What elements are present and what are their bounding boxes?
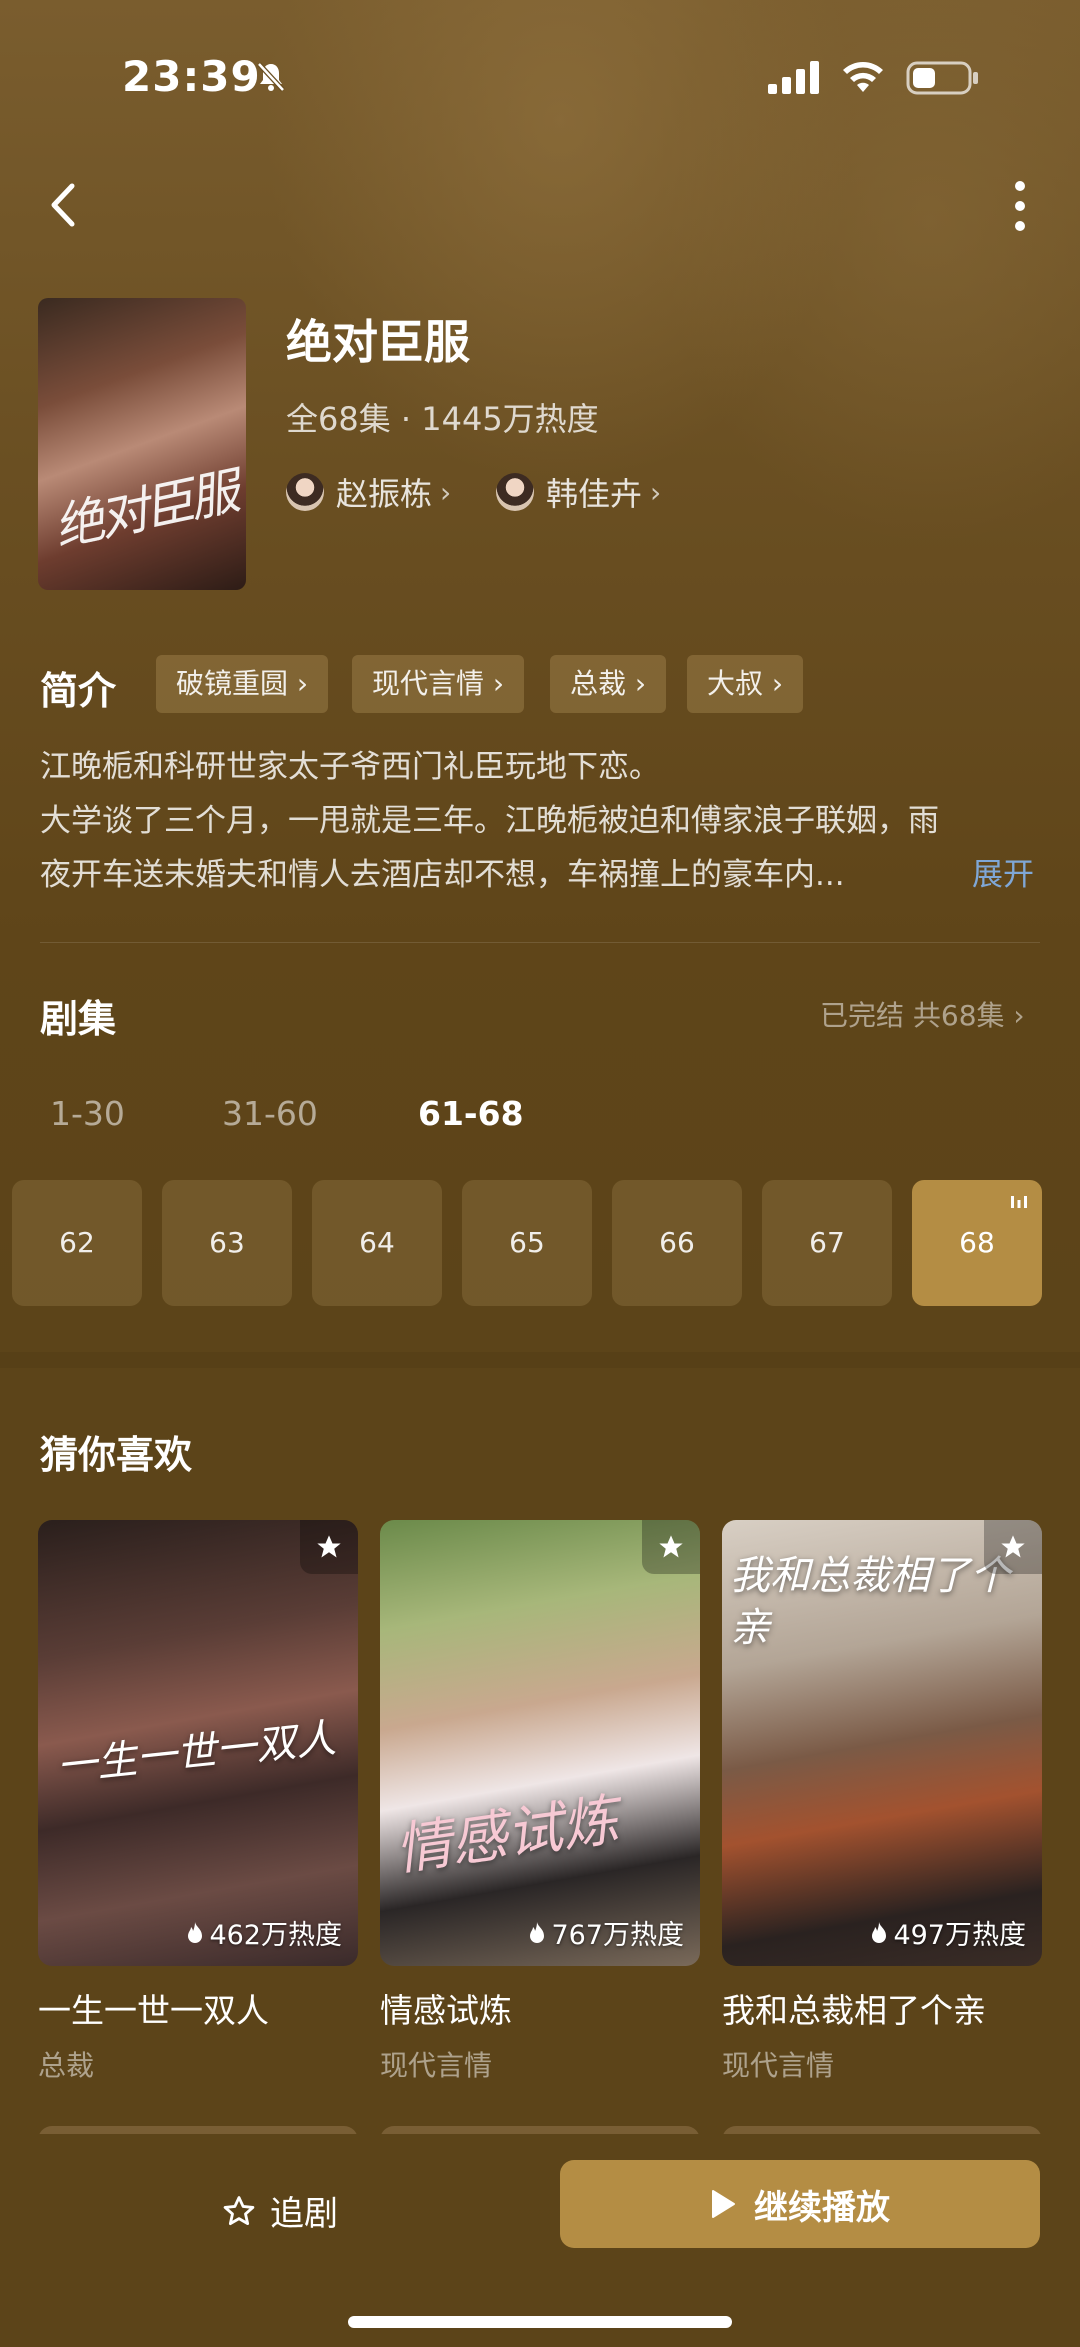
episodes-status-link[interactable]: 已完结 共68集 › <box>820 994 1025 1034</box>
episode-button[interactable]: 63 <box>162 1180 292 1306</box>
recommend-name: 我和总裁相了个亲 <box>722 1991 986 2030</box>
heat-badge: 497万热度 <box>869 1913 1026 1952</box>
favorite-star-icon[interactable] <box>642 1520 700 1574</box>
recommend-card[interactable]: 我和总裁相了个亲 497万热度 我和总裁相了个亲 现代言情 <box>722 1520 1042 2084</box>
now-playing-icon <box>1011 1196 1027 1208</box>
actor-link[interactable]: 赵振栋 › <box>286 470 451 514</box>
actor-avatar <box>496 473 534 511</box>
wifi-icon <box>843 62 883 92</box>
flame-icon <box>872 1921 887 1943</box>
episode-button[interactable]: 66 <box>612 1180 742 1306</box>
drama-poster[interactable]: 绝对臣服 <box>38 298 246 590</box>
episode-range-tab-active[interactable]: 61-68 <box>418 1094 524 1133</box>
tag-label: 破镜重圆 <box>176 667 289 700</box>
episode-number: 68 <box>959 1226 995 1259</box>
recommend-name: 情感试炼 <box>380 1991 512 2030</box>
description: 江晚栀和科研世家太子爷西门礼臣玩地下恋。 大学谈了三个月，一甩就是三年。江晚栀被… <box>40 740 1050 902</box>
episodes-title: 剧集 <box>40 997 117 1041</box>
play-icon <box>712 2190 735 2218</box>
star-outline-icon <box>223 2195 255 2225</box>
poster-title-art: 一生一世一双人 <box>54 1715 339 1791</box>
recommend-category: 现代言情 <box>722 2049 835 2082</box>
tag-label: 大叔 <box>707 667 764 700</box>
continue-play-label: 继续播放 <box>754 2187 890 2228</box>
recommend-name: 一生一世一双人 <box>38 1991 269 2030</box>
poster-title-art: 情感试炼 <box>391 1787 623 1884</box>
status-time: 23:39 <box>122 52 261 101</box>
tag-chip[interactable]: 大叔 › <box>687 655 804 713</box>
actor-name: 韩佳卉 <box>546 475 643 513</box>
episode-button-current[interactable]: 68 <box>912 1180 1042 1306</box>
intro-label: 简介 <box>40 669 117 713</box>
heat-badge: 767万热度 <box>527 1913 684 1952</box>
recommend-poster: 情感试炼 767万热度 <box>380 1520 700 1966</box>
actor-link[interactable]: 韩佳卉 › <box>496 470 661 514</box>
heat-value: 462万热度 <box>209 1920 342 1951</box>
heat-value: 767万热度 <box>551 1920 684 1951</box>
episode-button[interactable]: 65 <box>462 1180 592 1306</box>
recommend-card[interactable]: 情感试炼 767万热度 情感试炼 现代言情 <box>380 1520 700 2084</box>
recommend-category: 现代言情 <box>380 2049 493 2082</box>
follow-label: 追剧 <box>270 2194 338 2234</box>
chevron-right-icon: › <box>650 475 662 509</box>
mute-bell-icon <box>257 62 285 92</box>
actor-avatar <box>286 473 324 511</box>
more-options-icon[interactable] <box>1000 178 1040 234</box>
description-line: 夜开车送未婚夫和情人去酒店却不想，车祸撞上的豪车内... <box>40 857 845 893</box>
drama-title: 绝对臣服 <box>286 315 470 369</box>
expand-link[interactable]: 展开 <box>972 848 1034 902</box>
recommend-card[interactable]: 一生一世一双人 462万热度 一生一世一双人 总裁 <box>38 1520 358 2084</box>
poster-calligraphy: 绝对臣服 <box>48 462 241 558</box>
recommend-category: 总裁 <box>38 2049 95 2082</box>
tag-chip[interactable]: 总裁 › <box>550 655 667 713</box>
episode-button[interactable]: 62 <box>12 1180 142 1306</box>
heat-value: 497万热度 <box>893 1920 1026 1951</box>
description-line: 大学谈了三个月，一甩就是三年。江晚栀被迫和傅家浪子联姻，雨 <box>40 803 939 839</box>
episode-range-tab[interactable]: 1-30 <box>50 1094 125 1133</box>
tag-chip[interactable]: 破镜重圆 › <box>156 655 329 713</box>
back-arrow-icon[interactable] <box>44 180 84 230</box>
recommend-title: 猜你喜欢 <box>40 1433 193 1477</box>
episode-range-tab[interactable]: 31-60 <box>222 1094 318 1133</box>
recommend-poster: 我和总裁相了个亲 497万热度 <box>722 1520 1042 1966</box>
cellular-signal-icon <box>768 61 819 94</box>
tag-label: 现代言情 <box>372 667 485 700</box>
home-indicator[interactable] <box>348 2316 732 2328</box>
divider <box>40 942 1040 943</box>
tag-chip[interactable]: 现代言情 › <box>352 655 525 713</box>
drama-meta: 全68集 · 1445万热度 <box>286 400 599 438</box>
flame-icon <box>530 1921 545 1943</box>
actor-name: 赵振栋 <box>336 475 433 513</box>
episode-button[interactable]: 67 <box>762 1180 892 1306</box>
chevron-right-icon: › <box>440 475 452 509</box>
description-line: 江晚栀和科研世家太子爷西门礼臣玩地下恋。 <box>40 749 660 785</box>
flame-icon <box>188 1921 203 1943</box>
favorite-star-icon[interactable] <box>984 1520 1042 1574</box>
favorite-star-icon[interactable] <box>300 1520 358 1574</box>
battery-icon <box>906 61 978 95</box>
episode-button[interactable]: 64 <box>312 1180 442 1306</box>
recommend-poster: 一生一世一双人 462万热度 <box>38 1520 358 1966</box>
follow-button[interactable]: 追剧 <box>222 2186 338 2235</box>
heat-badge: 462万热度 <box>185 1913 342 1952</box>
tag-label: 总裁 <box>570 667 627 700</box>
section-separator <box>0 1352 1080 1368</box>
continue-play-button[interactable]: 继续播放 <box>560 2160 1040 2248</box>
